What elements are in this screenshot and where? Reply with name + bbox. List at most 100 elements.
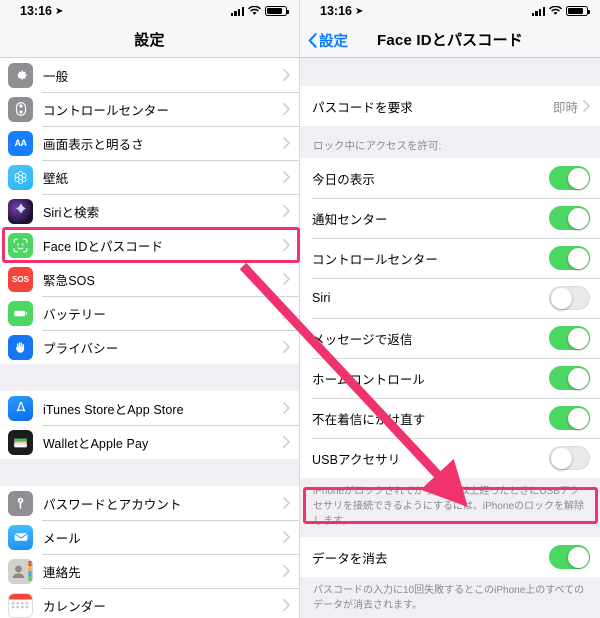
sidebar-item-label: 壁紙 xyxy=(43,171,69,186)
toggle-row-today-view[interactable]: 今日の表示 xyxy=(300,158,600,198)
toggle-knob xyxy=(568,408,589,429)
toggle-row-siri[interactable]: Siri xyxy=(300,278,600,318)
sidebar-item-privacy[interactable]: プライバシー xyxy=(0,330,299,364)
gear-icon xyxy=(8,62,33,88)
toggle-row-return-missed-calls[interactable]: 不在着信にかけ直す xyxy=(300,398,600,438)
chevron-right-icon xyxy=(283,307,290,319)
sidebar-item-wallpaper[interactable]: 壁紙 xyxy=(0,160,299,194)
sidebar-item-mail[interactable]: メール xyxy=(0,520,299,554)
sidebar-item-label: 連絡先 xyxy=(43,565,81,580)
contacts-icon xyxy=(8,558,33,584)
sidebar-item-label: Face IDとパスコード xyxy=(43,239,164,254)
wifi-icon xyxy=(549,6,562,16)
toggle-row-reply-with-message[interactable]: メッセージで返信 xyxy=(300,318,600,358)
sidebar-item-label: 緊急SOS xyxy=(43,273,95,288)
sidebar-item-face-id-passcode[interactable]: Face IDとパスコード xyxy=(0,228,299,262)
settings-scroll-area[interactable]: 一般 コントロールセンター AA 画面表示と明るさ 壁紙 Siriと検索 Fac… xyxy=(0,58,299,618)
chevron-right-icon xyxy=(283,205,290,217)
group-separator-1 xyxy=(0,364,299,391)
sidebar-item-battery[interactable]: バッテリー xyxy=(0,296,299,330)
toggle-switch[interactable] xyxy=(549,446,590,470)
left-phone-settings-screen: 13:16 ➤ 設定 一般 コントロールセンター AA 画面表示と明るさ 壁紙 … xyxy=(0,0,300,618)
toggle-knob xyxy=(551,288,572,309)
toggle-switch[interactable] xyxy=(549,246,590,270)
wallet-icon xyxy=(8,429,33,455)
sidebar-item-emergency-sos[interactable]: SOS 緊急SOS xyxy=(0,262,299,296)
back-button[interactable]: 設定 xyxy=(308,22,348,58)
require-passcode-value: 即時 xyxy=(552,100,578,115)
toggle-row-notification-center[interactable]: 通知センター xyxy=(300,198,600,238)
chevron-right-icon xyxy=(283,69,290,81)
toggle-label: ホームコントロール xyxy=(312,372,426,387)
cellular-signal-icon xyxy=(531,6,545,16)
toggle-label: データを消去 xyxy=(312,551,388,566)
toggle-switch[interactable] xyxy=(549,545,590,569)
sidebar-item-control-center[interactable]: コントロールセンター xyxy=(0,92,299,126)
chevron-right-icon xyxy=(283,402,290,414)
toggle-row-home-control[interactable]: ホームコントロール xyxy=(300,358,600,398)
app-store-icon xyxy=(8,395,33,421)
sidebar-item-passwords-accounts[interactable]: パスワードとアカウント xyxy=(0,486,299,520)
toggle-label: 今日の表示 xyxy=(312,172,376,187)
settings-group-1: 一般 コントロールセンター AA 画面表示と明るさ 壁紙 Siriと検索 Fac… xyxy=(0,58,299,364)
sidebar-item-display-brightness[interactable]: AA 画面表示と明るさ xyxy=(0,126,299,160)
toggle-row-usb-accessories[interactable]: USBアクセサリ xyxy=(300,438,600,478)
wallpaper-icon xyxy=(8,164,33,190)
toggle-switch[interactable] xyxy=(549,406,590,430)
chevron-right-icon xyxy=(283,565,290,577)
sidebar-item-label: パスワードとアカウント xyxy=(43,497,182,512)
toggle-label: USBアクセサリ xyxy=(312,452,401,467)
status-time: 13:16 xyxy=(20,4,52,18)
right-status-right xyxy=(531,6,590,16)
chevron-right-icon xyxy=(283,341,290,353)
toggle-row-erase-data[interactable]: データを消去 xyxy=(300,537,600,577)
screenshot-root: 13:16 ➤ 設定 一般 コントロールセンター AA 画面表示と明るさ 壁紙 … xyxy=(0,0,600,618)
control-center-icon xyxy=(8,96,33,122)
faceid-scroll-area[interactable]: パスコードを要求 即時 ロック中にアクセスを許可: 今日の表示 通知センター コ… xyxy=(300,58,600,618)
battery-settings-icon xyxy=(8,300,33,326)
settings-group-3: パスワードとアカウント メール 連絡先 カレンダー xyxy=(0,486,299,618)
right-status-left: 13:16 ➤ xyxy=(320,4,363,18)
left-status-left: 13:16 ➤ xyxy=(20,4,63,18)
mail-icon xyxy=(8,524,33,550)
sidebar-item-siri-search[interactable]: Siriと検索 xyxy=(0,194,299,228)
right-phone-faceid-screen: 13:16 ➤ 設定 Face IDとパスコード パスコードを要求 即時 ロック… xyxy=(300,0,600,618)
page-title: 設定 xyxy=(134,32,165,49)
sidebar-item-label: iTunes StoreとApp Store xyxy=(43,402,184,417)
sidebar-item-calendar[interactable]: カレンダー xyxy=(0,588,299,618)
display-brightness-icon: AA xyxy=(8,130,33,156)
toggle-switch[interactable] xyxy=(549,206,590,230)
toggle-switch[interactable] xyxy=(549,286,590,310)
toggle-label: メッセージで返信 xyxy=(312,332,413,347)
sidebar-item-wallet-apple-pay[interactable]: WalletとApple Pay xyxy=(0,425,299,459)
top-spacer xyxy=(300,58,600,86)
status-time: 13:16 xyxy=(320,4,352,18)
row-require-passcode[interactable]: パスコードを要求 即時 xyxy=(300,86,600,126)
sidebar-item-label: WalletとApple Pay xyxy=(43,436,149,451)
sidebar-item-label: バッテリー xyxy=(43,307,107,322)
toggle-row-control-center[interactable]: コントロールセンター xyxy=(300,238,600,278)
toggle-knob xyxy=(568,368,589,389)
sidebar-item-label: 画面表示と明るさ xyxy=(43,137,144,152)
battery-icon xyxy=(566,6,590,16)
chevron-right-icon xyxy=(283,273,290,285)
back-button-label: 設定 xyxy=(319,33,348,50)
sos-icon: SOS xyxy=(8,266,33,292)
toggle-knob xyxy=(568,168,589,189)
toggle-switch[interactable] xyxy=(549,326,590,350)
chevron-right-icon xyxy=(283,137,290,149)
toggle-switch[interactable] xyxy=(549,366,590,390)
toggle-switch[interactable] xyxy=(549,166,590,190)
settings-group-2: iTunes StoreとApp Store WalletとApple Pay xyxy=(0,391,299,459)
sidebar-item-contacts[interactable]: 連絡先 xyxy=(0,554,299,588)
sidebar-item-itunes-app-store[interactable]: iTunes StoreとApp Store xyxy=(0,391,299,425)
siri-icon xyxy=(8,198,33,224)
page-title: Face IDとパスコード xyxy=(377,32,523,49)
calendar-icon xyxy=(8,592,33,618)
chevron-right-icon xyxy=(283,239,290,251)
sidebar-item-general[interactable]: 一般 xyxy=(0,58,299,92)
left-nav-bar: 設定 xyxy=(0,22,299,58)
require-passcode-label: パスコードを要求 xyxy=(312,100,413,115)
toggle-label: 不在着信にかけ直す xyxy=(312,412,426,427)
toggle-knob xyxy=(568,208,589,229)
